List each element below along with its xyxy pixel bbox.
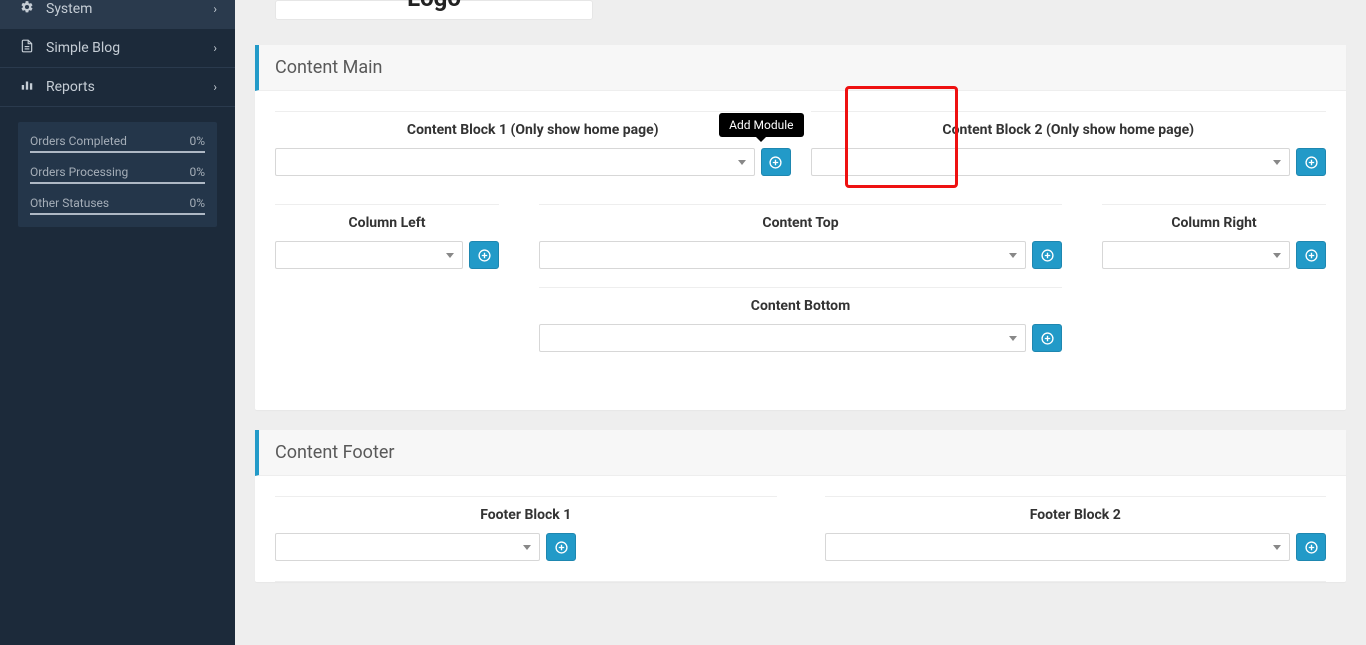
- content-block-1: Content Block 1 (Only show home page) Ad…: [275, 111, 791, 194]
- add-module-button[interactable]: [1032, 324, 1062, 352]
- stat-label: Other Statuses: [30, 196, 109, 210]
- section-title: Footer Block 2: [825, 497, 1327, 533]
- center-column: Content Top Content Bottom: [539, 204, 1062, 370]
- add-module-button[interactable]: [1032, 241, 1062, 269]
- caret-down-icon: [1273, 545, 1281, 550]
- add-module-button[interactable]: [761, 148, 791, 176]
- section-title: Column Right: [1102, 205, 1326, 241]
- tooltip-add-module: Add Module: [719, 113, 803, 137]
- section-title: Column Left: [275, 205, 499, 241]
- caret-down-icon: [446, 253, 454, 258]
- add-module-button[interactable]: [1296, 241, 1326, 269]
- stat-row-processing: Orders Processing 0%: [30, 165, 205, 179]
- nav-label: Simple Blog: [46, 40, 213, 56]
- stat-label: Orders Completed: [30, 134, 127, 148]
- nav-label: Reports: [46, 79, 213, 95]
- divider: [275, 581, 1326, 582]
- footer-block-2: Footer Block 2: [825, 496, 1327, 561]
- module-select[interactable]: [275, 241, 463, 269]
- module-select[interactable]: [275, 533, 540, 561]
- caret-down-icon: [523, 545, 531, 550]
- main-content: Logo Content Main Content Block 1 (Only …: [235, 0, 1366, 645]
- add-module-button[interactable]: [546, 533, 576, 561]
- caret-down-icon: [1273, 253, 1281, 258]
- panel-content-footer: Content Footer Footer Block 1: [255, 430, 1346, 582]
- section-title: Content Bottom: [539, 288, 1062, 324]
- add-module-button[interactable]: [469, 241, 499, 269]
- section-title: Content Block 1 (Only show home page): [275, 112, 791, 148]
- panel-body: Content Block 1 (Only show home page) Ad…: [255, 91, 1346, 410]
- sidebar-item-system[interactable]: System ›: [0, 0, 235, 29]
- sidebar: System › Simple Blog › Reports › Orders …: [0, 0, 235, 645]
- content-block-2: Content Block 2 (Only show home page): [811, 111, 1327, 194]
- section-title: Content Top: [539, 205, 1062, 241]
- nav-label: System: [46, 1, 213, 17]
- module-select[interactable]: [275, 148, 755, 176]
- control-row: [275, 241, 499, 269]
- panel-header: Content Footer: [255, 430, 1346, 476]
- stat-row-completed: Orders Completed 0%: [30, 134, 205, 148]
- footer-blocks-row: Footer Block 1 Footer Block 2: [275, 496, 1326, 561]
- progress-bar: [30, 182, 205, 184]
- module-select[interactable]: [1102, 241, 1290, 269]
- control-row: [275, 533, 777, 561]
- panel-body: Footer Block 1 Footer Block 2: [255, 476, 1346, 582]
- chevron-right-icon: ›: [213, 2, 217, 16]
- sidebar-item-simple-blog[interactable]: Simple Blog ›: [0, 29, 235, 68]
- module-select[interactable]: [811, 148, 1291, 176]
- control-row: [811, 148, 1327, 176]
- column-right-section: Column Right: [1102, 204, 1326, 370]
- caret-down-icon: [1273, 160, 1281, 165]
- stat-label: Orders Processing: [30, 165, 128, 179]
- app-root: System › Simple Blog › Reports › Orders …: [0, 0, 1366, 645]
- control-row: [825, 533, 1327, 561]
- content-columns-grid: Column Left Content Top: [275, 204, 1326, 370]
- stat-value: 0%: [189, 134, 205, 148]
- control-row: [539, 241, 1062, 269]
- panel-content-main: Content Main Content Block 1 (Only show …: [255, 45, 1346, 410]
- control-row: Add Module: [275, 148, 791, 176]
- chevron-right-icon: ›: [213, 41, 217, 55]
- module-select[interactable]: [539, 324, 1026, 352]
- stat-row-other: Other Statuses 0%: [30, 196, 205, 210]
- top-blocks-row: Content Block 1 (Only show home page) Ad…: [275, 111, 1326, 194]
- stats-box: Orders Completed 0% Orders Processing 0%…: [18, 122, 217, 227]
- stat-value: 0%: [189, 165, 205, 179]
- stat-value: 0%: [189, 196, 205, 210]
- section-title: Footer Block 1: [275, 497, 777, 533]
- add-module-button[interactable]: [1296, 533, 1326, 561]
- column-left-section: Column Left: [275, 204, 499, 370]
- add-module-button[interactable]: [1296, 148, 1326, 176]
- footer-block-1: Footer Block 1: [275, 496, 777, 561]
- panel-header: Content Main: [255, 45, 1346, 91]
- chevron-right-icon: ›: [213, 80, 217, 94]
- section-title: Content Block 2 (Only show home page): [811, 112, 1327, 148]
- bar-chart-icon: [18, 78, 36, 96]
- control-row: [539, 324, 1062, 352]
- logo-preview-card: Logo: [275, 0, 593, 20]
- progress-bar: [30, 151, 205, 153]
- gear-icon: [18, 0, 36, 18]
- module-select[interactable]: [825, 533, 1291, 561]
- logo-text: Logo: [407, 0, 461, 12]
- sidebar-item-reports[interactable]: Reports ›: [0, 68, 235, 107]
- file-icon: [18, 39, 36, 57]
- module-select[interactable]: [539, 241, 1026, 269]
- caret-down-icon: [738, 160, 746, 165]
- caret-down-icon: [1009, 336, 1017, 341]
- progress-bar: [30, 213, 205, 215]
- caret-down-icon: [1009, 253, 1017, 258]
- control-row: [1102, 241, 1326, 269]
